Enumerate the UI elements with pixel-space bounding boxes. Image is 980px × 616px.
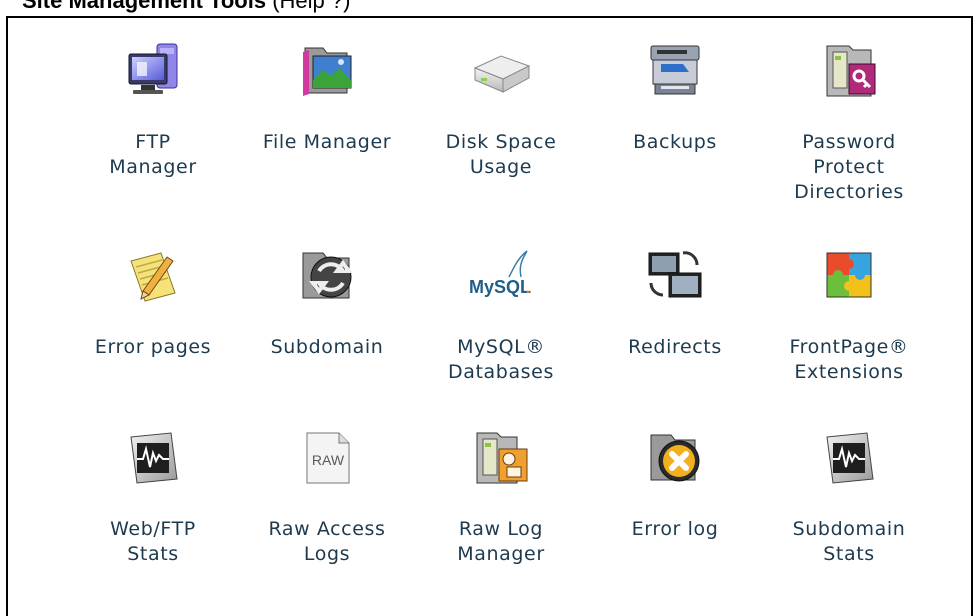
folder-picture-icon[interactable]: [295, 38, 359, 102]
redirects-label-line[interactable]: Redirects: [590, 335, 760, 360]
tool-raw-log-manager[interactable]: Raw Log Manager: [414, 425, 588, 601]
frontpage-extensions-label[interactable]: FrontPage® Extensions: [764, 335, 934, 385]
disk-space-usage-label-line[interactable]: Disk Space: [416, 130, 586, 155]
raw-log-manager-label[interactable]: Raw Log Manager: [416, 517, 586, 567]
tools-panel: FTP Manager File Manager Disk Space Usage …: [6, 16, 973, 616]
tool-subdomain[interactable]: Subdomain: [240, 243, 414, 425]
redirects-label[interactable]: Redirects: [590, 335, 760, 360]
redirect-monitors-icon[interactable]: [643, 243, 707, 307]
subdomain-stats-label-line[interactable]: Subdomain: [764, 517, 934, 542]
subdomain-folder-icon[interactable]: [295, 243, 359, 307]
tool-error-pages[interactable]: Error pages: [66, 243, 240, 425]
web-ftp-stats-label-line[interactable]: Stats: [68, 542, 238, 567]
file-manager-label-line[interactable]: File Manager: [242, 130, 412, 155]
backups-label-line[interactable]: Backups: [590, 130, 760, 155]
password-protect-directories-label-line[interactable]: Password: [764, 130, 934, 155]
frontpage-extensions-label-line[interactable]: Extensions: [764, 360, 934, 385]
web-ftp-stats-label[interactable]: Web/FTP Stats: [68, 517, 238, 567]
ftp-manager-label-line[interactable]: Manager: [68, 155, 238, 180]
log-manager-icon[interactable]: [469, 425, 533, 489]
password-protect-directories-label-line[interactable]: Directories: [764, 180, 934, 205]
raw-log-manager-label-line[interactable]: Raw Log: [416, 517, 586, 542]
subdomain-stats-label[interactable]: Subdomain Stats: [764, 517, 934, 567]
svg-text:RAW: RAW: [312, 452, 345, 468]
notepad-pencil-icon[interactable]: [121, 243, 185, 307]
raw-access-logs-label[interactable]: Raw Access Logs: [242, 517, 412, 567]
tool-backups[interactable]: Backups: [588, 38, 762, 243]
tool-subdomain-stats[interactable]: Subdomain Stats: [762, 425, 936, 601]
backup-drive-icon[interactable]: [643, 38, 707, 102]
monitor-icon[interactable]: [121, 38, 185, 102]
error-log-label[interactable]: Error log: [590, 517, 760, 542]
mysql-databases-label[interactable]: MySQL® Databases: [416, 335, 586, 385]
error-x-folder-icon[interactable]: [643, 425, 707, 489]
error-pages-label-line[interactable]: Error pages: [68, 335, 238, 360]
password-protect-directories-label-line[interactable]: Protect: [764, 155, 934, 180]
subdomain-label-line[interactable]: Subdomain: [242, 335, 412, 360]
web-ftp-stats-label-line[interactable]: Web/FTP: [68, 517, 238, 542]
disk-space-usage-label[interactable]: Disk Space Usage: [416, 130, 586, 180]
disk-space-usage-label-line[interactable]: Usage: [416, 155, 586, 180]
tools-grid: FTP Manager File Manager Disk Space Usage …: [66, 38, 936, 601]
ftp-manager-label[interactable]: FTP Manager: [68, 130, 238, 180]
key-folder-icon[interactable]: [817, 38, 881, 102]
mysql-databases-label-line[interactable]: Databases: [416, 360, 586, 385]
page-header: Site Management Tools (Help ?): [0, 0, 980, 16]
mysql-logo-icon[interactable]: MySQL: [469, 243, 533, 307]
tool-frontpage-extensions[interactable]: FrontPage® Extensions: [762, 243, 936, 425]
hard-drive-icon[interactable]: [469, 38, 533, 102]
raw-access-logs-label-line[interactable]: Raw Access: [242, 517, 412, 542]
tool-password-protect-directories[interactable]: Password Protect Directories: [762, 38, 936, 243]
subdomain-stats-label-line[interactable]: Stats: [764, 542, 934, 567]
help-link[interactable]: (Help ?): [272, 0, 350, 13]
stats-waveform-icon[interactable]: [121, 425, 185, 489]
tool-redirects[interactable]: Redirects: [588, 243, 762, 425]
frontpage-extensions-label-line[interactable]: FrontPage®: [764, 335, 934, 360]
file-manager-label[interactable]: File Manager: [242, 130, 412, 155]
subdomain-label[interactable]: Subdomain: [242, 335, 412, 360]
tool-ftp-manager[interactable]: FTP Manager: [66, 38, 240, 243]
page-title: Site Management Tools (Help ?): [22, 0, 350, 14]
error-log-label-line[interactable]: Error log: [590, 517, 760, 542]
raw-document-icon[interactable]: RAW: [295, 425, 359, 489]
password-protect-directories-label[interactable]: Password Protect Directories: [764, 130, 934, 205]
tool-file-manager[interactable]: File Manager: [240, 38, 414, 243]
raw-access-logs-label-line[interactable]: Logs: [242, 542, 412, 567]
tool-raw-access-logs[interactable]: RAW Raw Access Logs: [240, 425, 414, 601]
stats-waveform-icon[interactable]: [817, 425, 881, 489]
tool-error-log[interactable]: Error log: [588, 425, 762, 601]
tool-disk-space-usage[interactable]: Disk Space Usage: [414, 38, 588, 243]
ftp-manager-label-line[interactable]: FTP: [68, 130, 238, 155]
tool-web-ftp-stats[interactable]: Web/FTP Stats: [66, 425, 240, 601]
error-pages-label[interactable]: Error pages: [68, 335, 238, 360]
tool-mysql-databases[interactable]: MySQL MySQL® Databases: [414, 243, 588, 425]
puzzle-icon[interactable]: [817, 243, 881, 307]
svg-text:MySQL: MySQL: [469, 277, 531, 297]
raw-log-manager-label-line[interactable]: Manager: [416, 542, 586, 567]
mysql-databases-label-line[interactable]: MySQL®: [416, 335, 586, 360]
backups-label[interactable]: Backups: [590, 130, 760, 155]
